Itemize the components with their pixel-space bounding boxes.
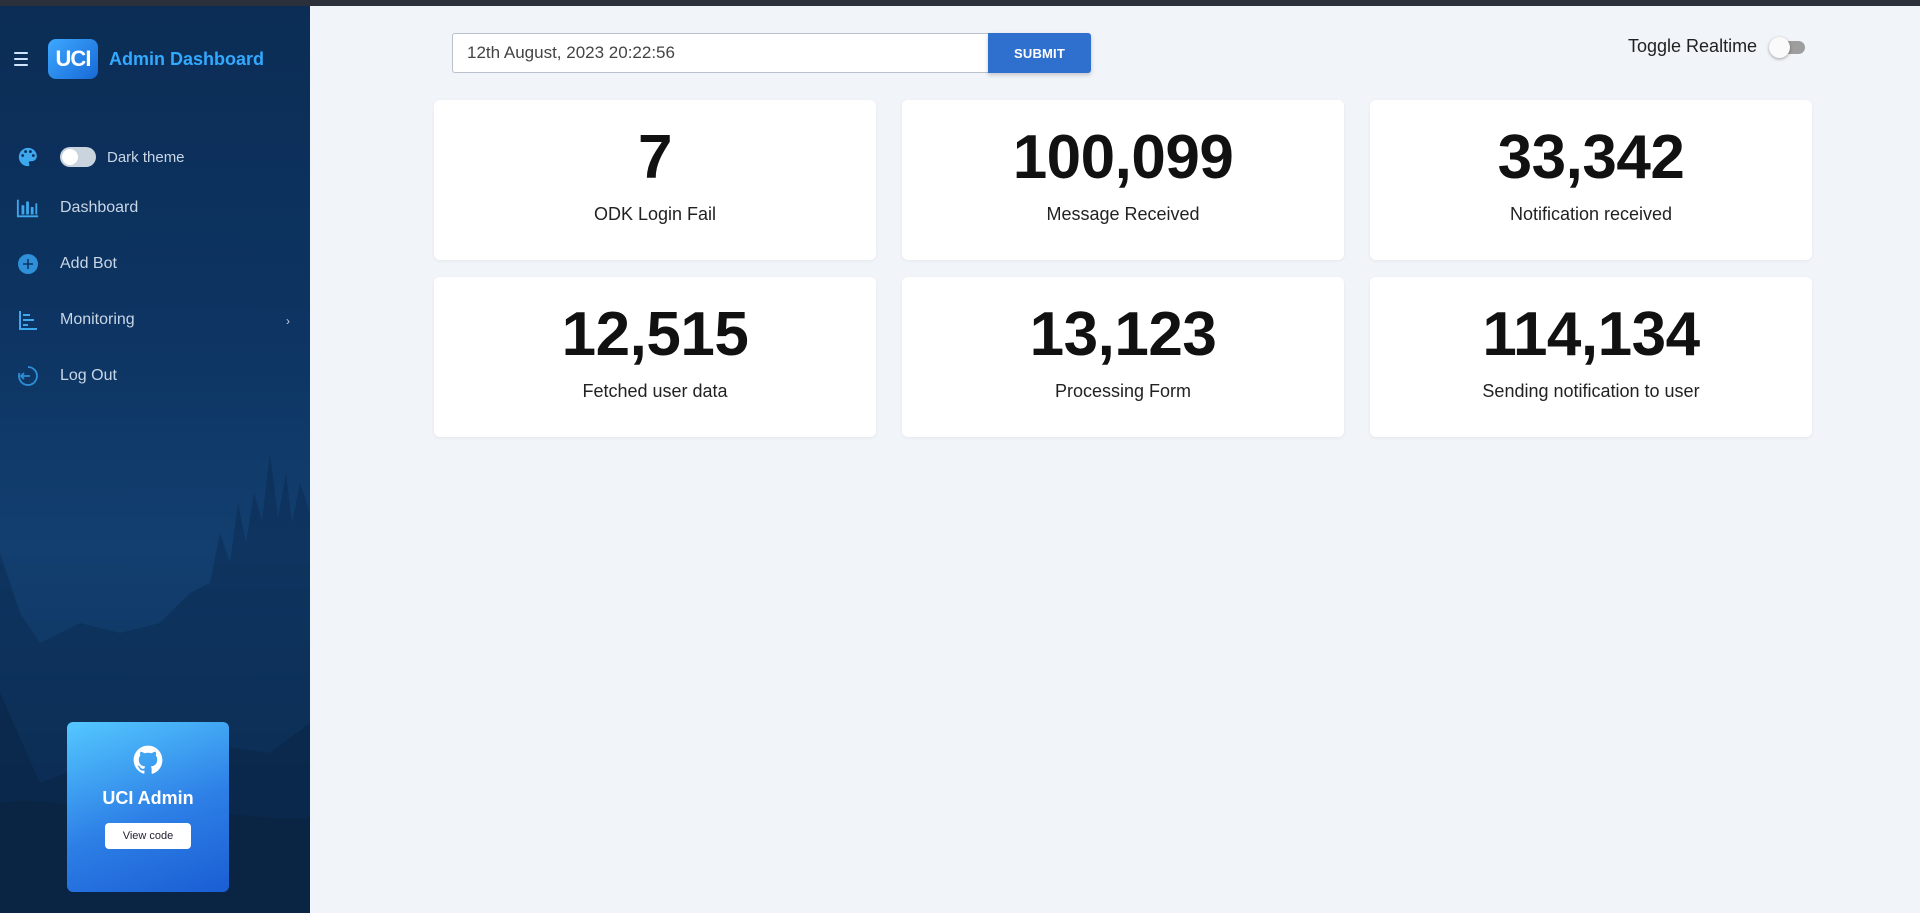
submit-button[interactable]: SUBMIT — [988, 33, 1091, 73]
stat-value: 100,099 — [1012, 123, 1234, 192]
stat-card-odk-login-fail: 7 ODK Login Fail — [434, 100, 876, 260]
bar-chart-icon — [16, 196, 40, 220]
stat-value: 13,123 — [1029, 300, 1217, 369]
stat-card-processing-form: 13,123 Processing Form — [902, 277, 1344, 437]
sidebar-item-label: Log Out — [60, 367, 117, 384]
date-filter-form: SUBMIT — [452, 33, 1091, 73]
sidebar-item-log-out[interactable]: Log Out — [0, 348, 310, 404]
stat-card-sending-notification: 114,134 Sending notification to user — [1370, 277, 1812, 437]
stat-label: Message Received — [1046, 204, 1200, 224]
sidebar-item-add-bot[interactable]: Add Bot — [0, 236, 310, 292]
uci-logo: UCI — [48, 39, 98, 79]
github-card: UCI Admin View code — [67, 722, 229, 892]
sidebar-item-dashboard[interactable]: Dashboard — [0, 180, 310, 236]
view-code-button[interactable]: View code — [104, 823, 192, 849]
sidebar-item-monitoring[interactable]: Monitoring › — [0, 292, 310, 348]
stat-value: 7 — [638, 123, 672, 192]
stat-card-fetched-user-data: 12,515 Fetched user data — [434, 277, 876, 437]
github-card-title: UCI Admin — [102, 788, 194, 808]
realtime-toggle[interactable] — [1769, 36, 1807, 58]
sidebar: UCI Admin Dashboard Dark theme Dashboard… — [0, 6, 310, 913]
stat-label: Sending notification to user — [1482, 381, 1700, 401]
stat-card-message-received: 100,099 Message Received — [902, 100, 1344, 260]
brand-title: Admin Dashboard — [109, 48, 265, 69]
chevron-right-icon: › — [286, 314, 290, 328]
menu-icon[interactable] — [14, 48, 36, 70]
dark-theme-row: Dark theme — [0, 134, 310, 180]
stat-label: Fetched user data — [582, 381, 728, 401]
stat-card-notification-received: 33,342 Notification received — [1370, 100, 1812, 260]
dark-theme-label: Dark theme — [107, 148, 185, 166]
github-icon — [133, 745, 163, 774]
stat-value: 114,134 — [1482, 300, 1700, 369]
add-circle-icon — [16, 252, 40, 276]
sidebar-nav: Dark theme Dashboard Add Bot Monitoring … — [0, 134, 310, 404]
sidebar-item-label: Dashboard — [60, 199, 139, 216]
date-time-input[interactable] — [452, 33, 988, 73]
stat-label: Notification received — [1509, 204, 1673, 224]
realtime-label: Toggle Realtime — [1628, 36, 1758, 56]
sidebar-item-label: Add Bot — [60, 255, 117, 272]
realtime-toggle-group: Toggle Realtime — [1628, 36, 1807, 58]
stat-value: 33,342 — [1497, 123, 1685, 192]
stat-label: Processing Form — [1054, 381, 1192, 401]
dark-theme-toggle[interactable] — [60, 147, 96, 167]
stat-label: ODK Login Fail — [593, 204, 717, 224]
palette-icon — [16, 145, 40, 169]
sidebar-item-label: Monitoring — [60, 311, 135, 328]
list-chart-icon — [16, 308, 40, 332]
stat-value: 12,515 — [561, 300, 749, 369]
logout-icon — [16, 364, 40, 388]
brand: UCI Admin Dashboard — [14, 39, 264, 79]
